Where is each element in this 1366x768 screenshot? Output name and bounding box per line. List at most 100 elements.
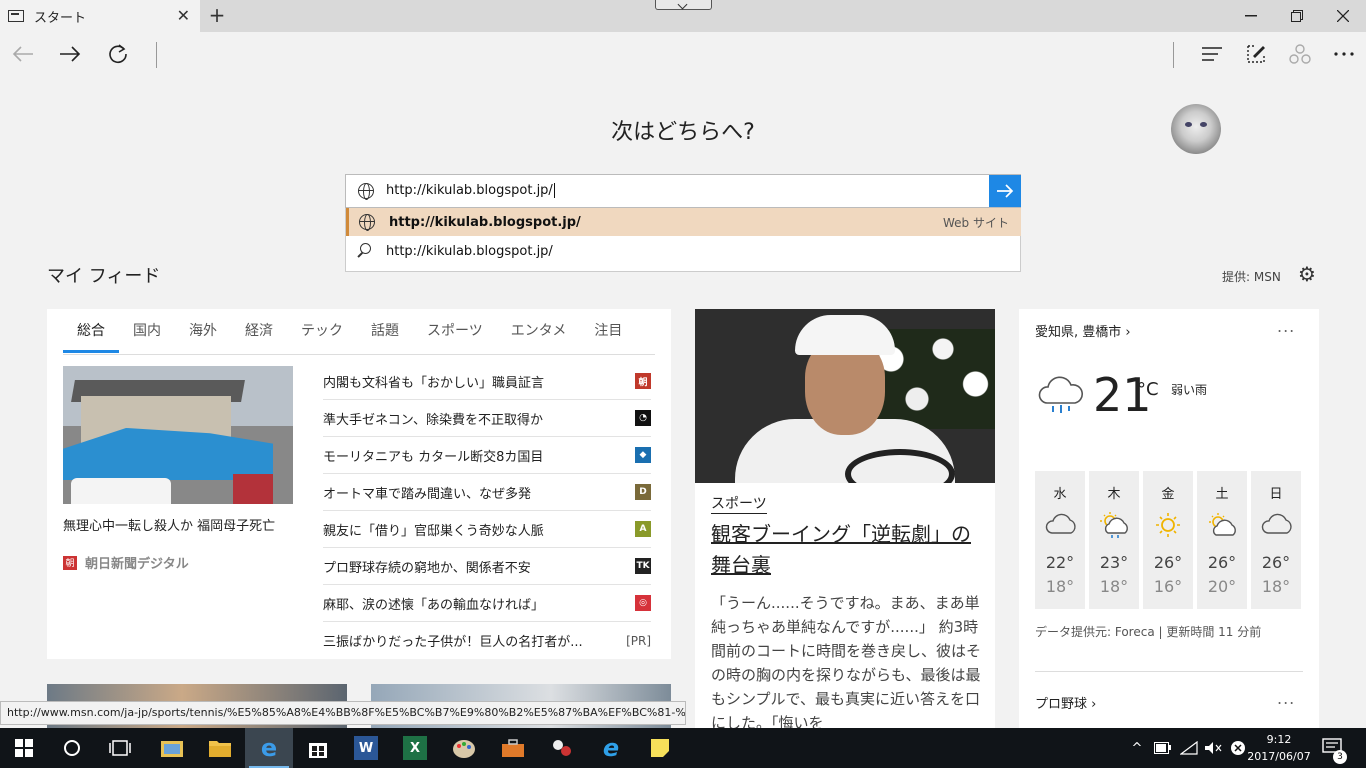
suggestion-website[interactable]: http://kikulab.blogspot.jp/ Web サイト <box>346 208 1021 236</box>
tab-world[interactable]: 海外 <box>175 321 231 353</box>
tab-entertainment[interactable]: エンタメ <box>497 321 581 353</box>
forecast-high: 26° <box>1261 553 1291 572</box>
source-logo-icon: ◆ <box>635 447 651 463</box>
tab-close-icon[interactable]: ✕ <box>177 6 190 25</box>
hub-icon <box>1202 47 1222 61</box>
forecast-day[interactable]: 木 23° 18° <box>1089 471 1139 609</box>
tab-title: スタート <box>34 10 87 26</box>
taskbar-app-word[interactable]: W <box>342 728 390 768</box>
headline-title: オートマ車で踏み間違い、なぜ多発 <box>323 486 532 502</box>
headline-item[interactable]: 親友に「借り」官邸巣くう奇妙な人脈 A <box>323 511 651 548</box>
taskbar-app-excel[interactable]: X <box>391 728 439 768</box>
search-input[interactable]: http://kikulab.blogspot.jp/ <box>345 174 1021 208</box>
notification-count: 3 <box>1333 750 1347 764</box>
tab-sports[interactable]: スポーツ <box>413 321 497 353</box>
more-button[interactable] <box>1329 40 1359 68</box>
lead-story-image[interactable] <box>63 366 293 504</box>
tab-domestic[interactable]: 国内 <box>119 321 175 353</box>
share-button[interactable] <box>1285 40 1315 68</box>
avatar[interactable] <box>1171 104 1221 154</box>
taskbar-app-edge[interactable]: e <box>245 728 293 768</box>
globe-icon <box>359 214 375 231</box>
tab-topics[interactable]: 話題 <box>357 321 413 353</box>
restore-button[interactable] <box>1274 0 1320 32</box>
paint-icon <box>453 740 475 758</box>
headline-item[interactable]: 準大手ゼネコン、除染費を不正取得か ◔ <box>323 400 651 437</box>
web-note-button[interactable] <box>1241 40 1271 68</box>
store-icon <box>309 743 327 758</box>
tab-featured[interactable]: 注目 <box>580 321 636 353</box>
headline-item[interactable]: モーリタニアも カタール断交8カ国目 ◆ <box>323 437 651 474</box>
hub-button[interactable] <box>1197 40 1227 68</box>
headline-item[interactable]: プロ野球存続の窮地か、関係者不安 TK <box>323 548 651 585</box>
feature-category[interactable]: スポーツ <box>711 495 767 514</box>
taskbar-app-snipping[interactable] <box>538 728 586 768</box>
forecast-low: 18° <box>1099 577 1129 596</box>
tab-preview-toggle[interactable] <box>655 0 712 10</box>
start-button[interactable] <box>0 728 48 768</box>
headline-item[interactable]: オートマ車で踏み間違い、なぜ多発 D <box>323 474 651 511</box>
taskbar-app-file-explorer[interactable] <box>196 728 244 768</box>
task-view-button[interactable] <box>96 728 144 768</box>
headline-item[interactable]: 三振ばかりだった子供が！巨人の名打者が... [PR] <box>323 622 651 659</box>
new-tab-button[interactable]: + <box>206 3 228 27</box>
feature-title[interactable]: 観客ブーイング「逆転劇」の舞台裏 <box>711 519 981 581</box>
taskbar-app-explorer-photo[interactable] <box>148 728 196 768</box>
weather-divider <box>1035 671 1303 672</box>
more-icon <box>1334 52 1354 56</box>
baseball-more-icon[interactable]: ... <box>1277 689 1295 708</box>
headline-list: 内閣も文科省も「おかしい」職員証言 朝準大手ゼネコン、除染費を不正取得か ◔ モーリタ… <box>323 363 651 659</box>
lead-story-title[interactable]: 無理心中一転し殺人か 福岡母子死亡 <box>63 515 275 534</box>
forecast-low: 16° <box>1153 577 1183 596</box>
suggestion-text: http://kikulab.blogspot.jp/ <box>386 243 553 259</box>
feature-story-card[interactable]: スポーツ 観客ブーイング「逆転劇」の舞台裏 「うーん......そうですね。まあ… <box>695 309 995 729</box>
headline-item[interactable]: 麻耶、涙の述懐「あの輸血なければ」 ◎ <box>323 585 651 622</box>
go-button[interactable] <box>989 175 1021 207</box>
forward-button[interactable] <box>55 40 85 68</box>
cloudy-icon <box>1045 513 1076 534</box>
section-baseball[interactable]: プロ野球 › <box>1035 693 1096 712</box>
chevron-up-icon[interactable]: ^ <box>1128 741 1146 756</box>
weather-card: 愛知県, 豊橋市 › ... 21 °C 弱い雨 水 22° 18° 木 23° 18° 金… <box>1019 309 1319 729</box>
taskbar-app-internet-explorer[interactable]: e <box>587 728 635 768</box>
feature-story-image[interactable] <box>695 309 995 483</box>
tab-tech[interactable]: テック <box>287 321 357 353</box>
taskbar-app-toolbox[interactable] <box>489 728 537 768</box>
refresh-icon <box>109 44 127 64</box>
taskbar-app-paint[interactable] <box>440 728 488 768</box>
suggestion-text: http://kikulab.blogspot.jp/ <box>389 214 581 230</box>
weather-condition: 弱い雨 <box>1171 383 1208 397</box>
headline-item[interactable]: 内閣も文科省も「おかしい」職員証言 朝 <box>323 363 651 400</box>
forecast-day[interactable]: 金 26° 16° <box>1143 471 1193 609</box>
search-query[interactable]: http://kikulab.blogspot.jp/ <box>386 183 555 198</box>
weather-location[interactable]: 愛知県, 豊橋市 › <box>1035 321 1131 340</box>
forecast-day[interactable]: 日 26° 18° <box>1251 471 1301 609</box>
navigation-bar <box>0 32 1366 76</box>
taskbar-app-sticky-notes[interactable] <box>636 728 684 768</box>
clock[interactable]: 9:12 2017/06/07 <box>1244 731 1314 765</box>
suggestion-search[interactable]: http://kikulab.blogspot.jp/ <box>346 237 1021 265</box>
category-tabs: 総合 国内 海外 経済 テック 話題 スポーツ エンタメ 注目 <box>63 321 636 353</box>
temperature-unit: °C <box>1137 379 1159 400</box>
minimize-button[interactable] <box>1228 0 1274 32</box>
globe-icon <box>358 183 374 200</box>
lead-story-source: 朝 朝日新聞デジタル <box>63 553 189 572</box>
weather-more-icon[interactable]: ... <box>1277 317 1295 336</box>
tab-economy[interactable]: 経済 <box>231 321 287 353</box>
headline-title: 三振ばかりだった子供が！巨人の名打者が... <box>323 635 583 650</box>
search-button[interactable] <box>48 728 96 768</box>
close-window-button[interactable] <box>1320 0 1366 32</box>
headline-title: 親友に「借り」官邸巣くう奇妙な人脈 <box>323 523 544 539</box>
refresh-button[interactable] <box>103 40 133 68</box>
tab-start[interactable]: スタート ✕ <box>0 0 200 32</box>
back-button[interactable] <box>8 40 38 68</box>
taskbar-app-store[interactable] <box>294 728 342 768</box>
tab-general[interactable]: 総合 <box>63 321 119 353</box>
headline-title: 麻耶、涙の述懐「あの輸血なければ」 <box>323 597 545 613</box>
page-title: 次はどちらへ? <box>611 120 755 145</box>
edge-icon: e <box>260 734 278 762</box>
forecast-day[interactable]: 水 22° 18° <box>1035 471 1085 609</box>
forecast-high: 22° <box>1045 553 1075 572</box>
gear-icon[interactable]: ⚙ <box>1298 262 1316 286</box>
forecast-day[interactable]: 土 26° 20° <box>1197 471 1247 609</box>
